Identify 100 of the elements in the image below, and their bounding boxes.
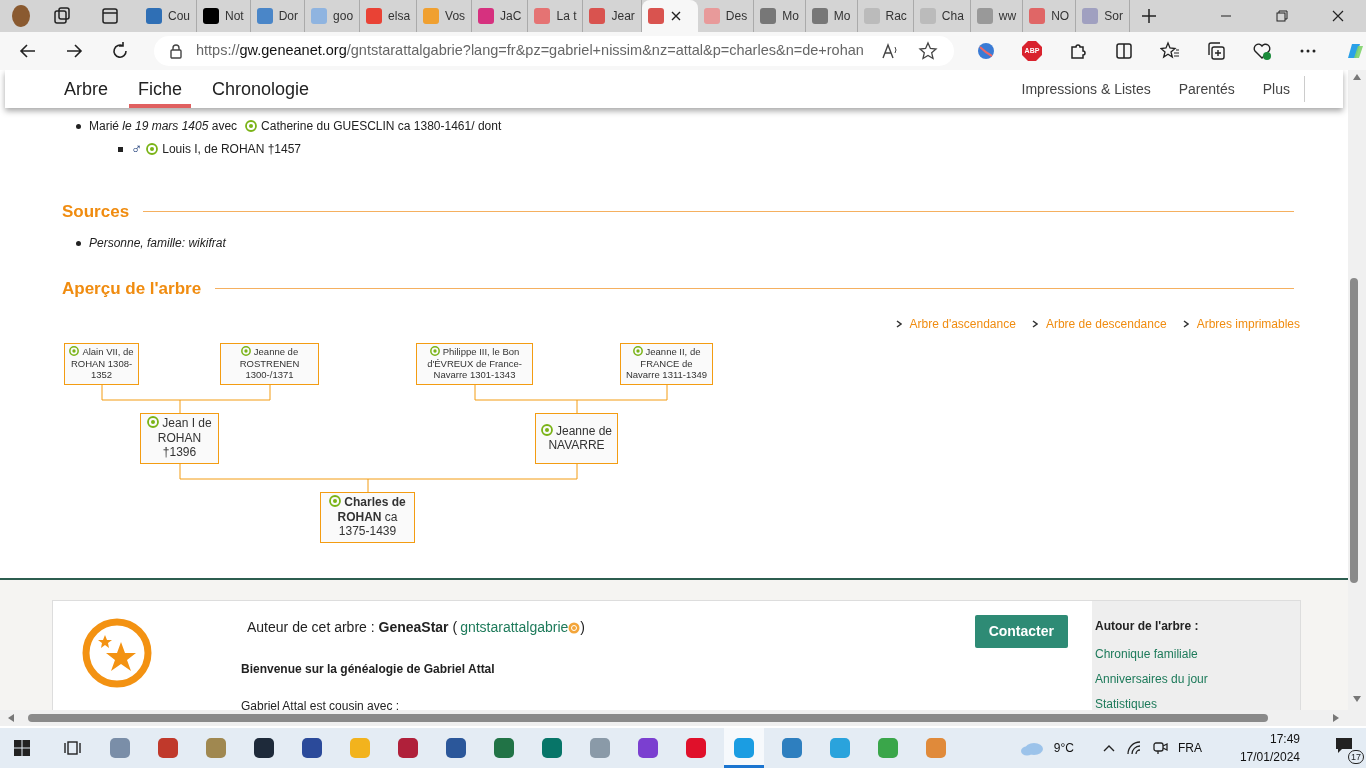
person-icon — [147, 416, 160, 429]
tab-actions-icon[interactable] — [100, 6, 120, 26]
windows-icon — [13, 739, 31, 757]
scroll-up-icon[interactable] — [1353, 74, 1361, 80]
app-icon — [301, 737, 323, 759]
scroll-thumb[interactable] — [28, 714, 1268, 722]
app-icon — [157, 737, 179, 759]
app-icon — [349, 737, 371, 759]
refresh-icon[interactable] — [110, 41, 130, 61]
marriage-text: Marié le 19 mars 1405 avec — [89, 118, 238, 135]
author-text: Auteur de cet arbre : GeneaStar ( — [247, 618, 458, 637]
scroll-right-icon[interactable] — [1333, 714, 1339, 722]
author-text: ) — [580, 618, 585, 637]
app-icon — [397, 737, 419, 759]
bullet-icon — [118, 146, 123, 152]
app-icon — [877, 737, 899, 759]
chevron-icon — [895, 319, 902, 328]
badge-icon — [568, 621, 581, 634]
clock-date[interactable]: 17/01/2024 — [1239, 748, 1300, 766]
person-name: Philippe III, le Bon d'ÉVREUX de France-Navarre 1301-1343 — [426, 346, 523, 381]
app-icon — [829, 737, 851, 759]
welcome-text: Bienvenue sur la généalogie de Gabriel Attal — [241, 661, 496, 678]
split-screen-icon[interactable] — [1114, 41, 1134, 61]
url-text: https://gw.geneanet.org/gntstarattalgabrie?lang=fr&pz=gabriel+nissim&nz=attal&p=charles&n=de+rohan — [196, 41, 864, 61]
person-name: Jeanne de ROSTRENEN 1300-/1371 — [238, 346, 301, 381]
app-icon — [925, 737, 947, 759]
notification-count: 17 — [1348, 750, 1364, 764]
bullet-icon — [76, 123, 81, 129]
person-icon — [429, 346, 440, 357]
chevron-icon — [1182, 319, 1189, 328]
person-icon — [69, 346, 80, 357]
nav-link[interactable]: Plus — [1248, 78, 1304, 100]
heart-pulse-icon[interactable] — [1252, 41, 1272, 61]
person-card[interactable]: Philippe III, le Bon d'ÉVREUX de France-Navarre 1301-1343 — [416, 342, 533, 385]
person-icon — [540, 423, 553, 436]
nav-link[interactable]: Parentés — [1164, 78, 1249, 100]
task-view-icon — [63, 739, 81, 757]
person-link[interactable]: Catherine du GUESCLIN ca 1380-1461/ dont — [261, 117, 502, 135]
read-aloud-icon[interactable] — [880, 41, 900, 61]
new-tab-icon[interactable] — [1139, 7, 1158, 25]
person-link[interactable]: Louis I, de ROHAN †1457 — [162, 140, 301, 159]
sidebar-link[interactable]: Statistiques — [1095, 695, 1300, 710]
section-heading: Sources — [62, 200, 130, 223]
app-icon — [541, 737, 563, 759]
bullet-icon — [76, 240, 81, 246]
collections-icon[interactable] — [1206, 41, 1226, 61]
notification-icon[interactable] — [1334, 736, 1354, 754]
vertical-scrollbar[interactable] — [1348, 70, 1366, 710]
person-name: Jeanne de NAVARRE — [538, 423, 615, 453]
sex-symbol: ♂ — [131, 139, 143, 159]
chevron-up-icon[interactable] — [1101, 743, 1116, 753]
clock-time[interactable]: 17:49 — [1269, 730, 1300, 748]
page-tab[interactable]: Fiche — [129, 70, 192, 108]
favorite-star-icon[interactable] — [918, 41, 938, 61]
chevron-icon — [1031, 319, 1038, 328]
puzzle-icon[interactable] — [1068, 41, 1088, 61]
app-icon — [733, 737, 755, 759]
person-icon — [632, 346, 643, 357]
scroll-left-icon[interactable] — [8, 714, 14, 722]
weather-text[interactable]: 9°C — [1053, 739, 1074, 757]
cloud-icon — [1019, 740, 1044, 756]
horizontal-scrollbar[interactable] — [0, 710, 1366, 726]
sidebar-link[interactable]: Chronique familiale — [1095, 645, 1300, 663]
page-tab[interactable]: Arbre — [55, 70, 117, 108]
sidebar-title: Autour de l'arbre : — [1095, 618, 1200, 635]
restore-icon[interactable] — [1273, 7, 1291, 25]
app-icon — [589, 737, 611, 759]
nav-link[interactable]: Impressions & Listes — [1007, 78, 1165, 100]
person-card[interactable]: Jeanne de ROSTRENEN 1300-/1371 — [220, 342, 319, 385]
scroll-thumb[interactable] — [1350, 278, 1358, 583]
author-link[interactable]: gntstarattalgabrie — [460, 617, 569, 638]
contact-button[interactable]: Contacter — [974, 615, 1068, 648]
source-text: Personne, famille: wikifrat — [89, 235, 226, 252]
globe-icon[interactable] — [976, 41, 996, 61]
avatar-icon[interactable] — [10, 4, 32, 28]
browser-tab[interactable] — [641, 0, 698, 32]
person-card[interactable]: Jeanne de NAVARRE — [535, 412, 618, 464]
wifi-icon[interactable] — [1125, 741, 1142, 755]
app-icon — [781, 737, 803, 759]
close-icon[interactable] — [669, 10, 682, 22]
app-icon — [637, 737, 659, 759]
cousin-text: Gabriel Attal est cousin avec : — [241, 698, 401, 710]
section-heading: Aperçu de l'arbre — [62, 278, 202, 300]
app-icon — [445, 737, 467, 759]
scroll-down-icon[interactable] — [1353, 696, 1361, 702]
app-icon — [253, 737, 275, 759]
person-icon — [329, 495, 342, 508]
app-icon — [685, 737, 707, 759]
app-icon — [109, 737, 131, 759]
app-icon — [205, 737, 227, 759]
address-bar[interactable]: https://gw.geneanet.org/gntstarattalgabrie?lang=fr&pz=gabriel+nissim&nz=attal&p=charles&n=de+rohan — [154, 36, 954, 66]
lock-icon — [168, 43, 184, 59]
sidebar-link[interactable]: Anniversaires du jour — [1095, 670, 1300, 688]
favorites-icon[interactable] — [1160, 41, 1180, 61]
page-tab[interactable]: Chronologie — [203, 70, 319, 108]
star-logo-icon — [81, 617, 153, 689]
camera-icon[interactable] — [1151, 741, 1168, 755]
person-icon — [240, 346, 251, 357]
language-indicator[interactable]: FRA — [1177, 739, 1202, 757]
workspaces-icon[interactable] — [52, 6, 72, 26]
